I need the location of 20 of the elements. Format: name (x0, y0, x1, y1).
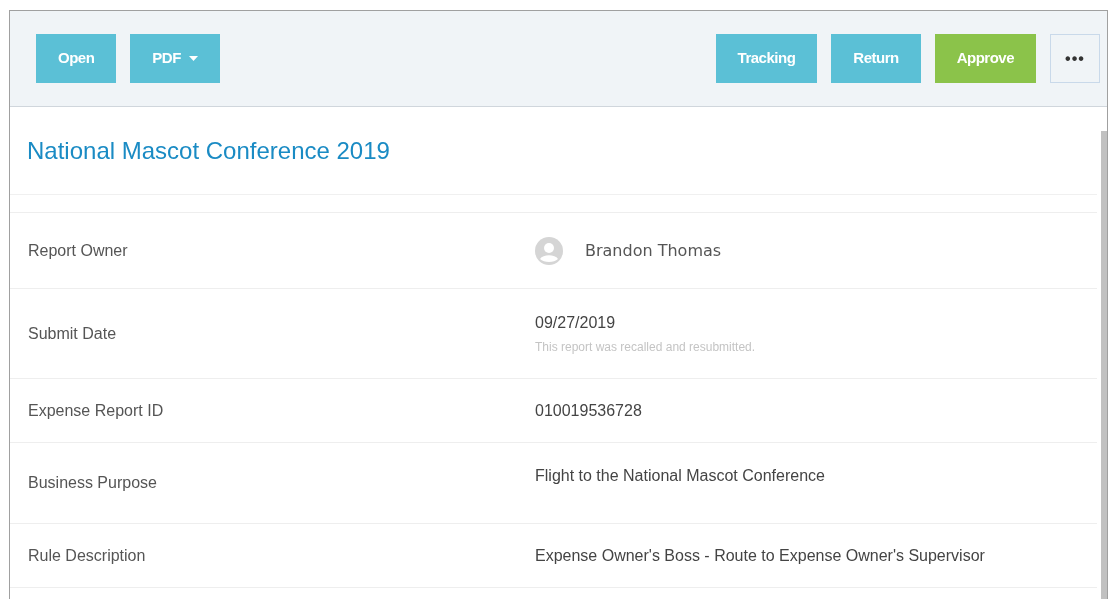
pdf-dropdown-button[interactable]: PDF (130, 34, 220, 83)
field-value: 09/27/2019 (535, 312, 617, 333)
field-label: Expense Report ID (27, 400, 165, 421)
field-note: This report was recalled and resubmitted. (535, 338, 757, 356)
owner-name: Brandon Thomas (585, 239, 722, 262)
report-title: National Mascot Conference 2019 (27, 135, 390, 166)
field-value: Expense Owner's Boss - Route to Expense Owner's Supervisor (535, 545, 986, 566)
more-button[interactable]: ••• (1050, 34, 1100, 83)
approve-button[interactable]: Approve (934, 34, 1036, 83)
toolbar-button[interactable]: Return (831, 34, 921, 83)
field-label: Report Owner (27, 240, 129, 261)
field-label: Submit Date (27, 323, 118, 344)
user-avatar-icon (535, 236, 563, 265)
field-value: 010019536728 (535, 400, 643, 421)
field-value: Flight to the National Mascot Conference (535, 466, 826, 486)
caret-icon (188, 56, 198, 61)
field-label: Rule Description (27, 545, 147, 566)
toolbar-button[interactable]: Tracking (715, 34, 818, 83)
toolbar-button[interactable]: Open (36, 34, 117, 83)
field-label: Business Purpose (27, 473, 158, 493)
